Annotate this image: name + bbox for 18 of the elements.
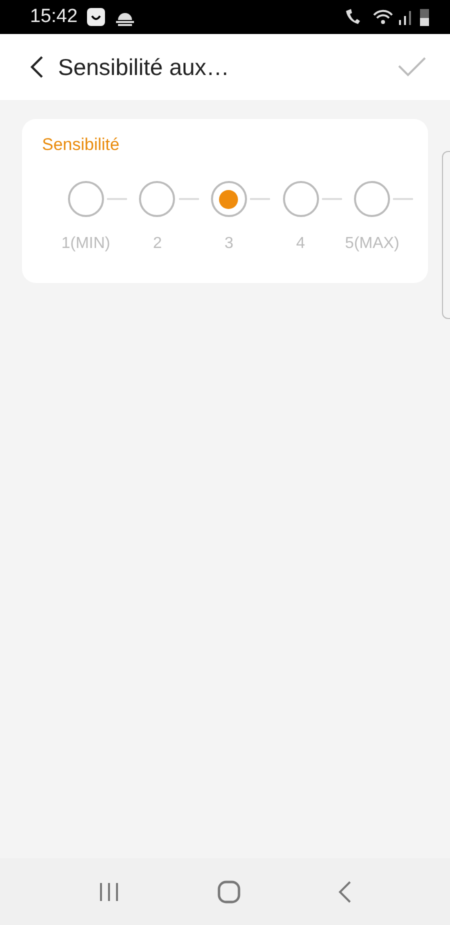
radio-button[interactable] <box>210 181 247 217</box>
radio-button[interactable] <box>282 181 319 217</box>
option-label: 3 <box>224 235 234 253</box>
option-label: 5(MAX) <box>345 235 400 253</box>
card-title: Sensibilité <box>42 135 120 155</box>
radio-button[interactable] <box>354 181 390 217</box>
option-label: 4 <box>296 235 306 253</box>
recent-apps-icon[interactable] <box>98 882 120 902</box>
home-icon[interactable] <box>216 880 241 904</box>
back-icon[interactable] <box>30 56 44 78</box>
status-time: 15:42 <box>30 6 78 28</box>
radio-button[interactable] <box>139 181 176 217</box>
check-icon[interactable] <box>398 57 426 77</box>
option-label: 2 <box>152 235 162 253</box>
option-label: 1(MIN) <box>61 235 110 253</box>
radio-button[interactable] <box>68 181 104 217</box>
smiley-icon <box>86 7 106 27</box>
page-title: Sensibilité aux… <box>58 54 230 80</box>
